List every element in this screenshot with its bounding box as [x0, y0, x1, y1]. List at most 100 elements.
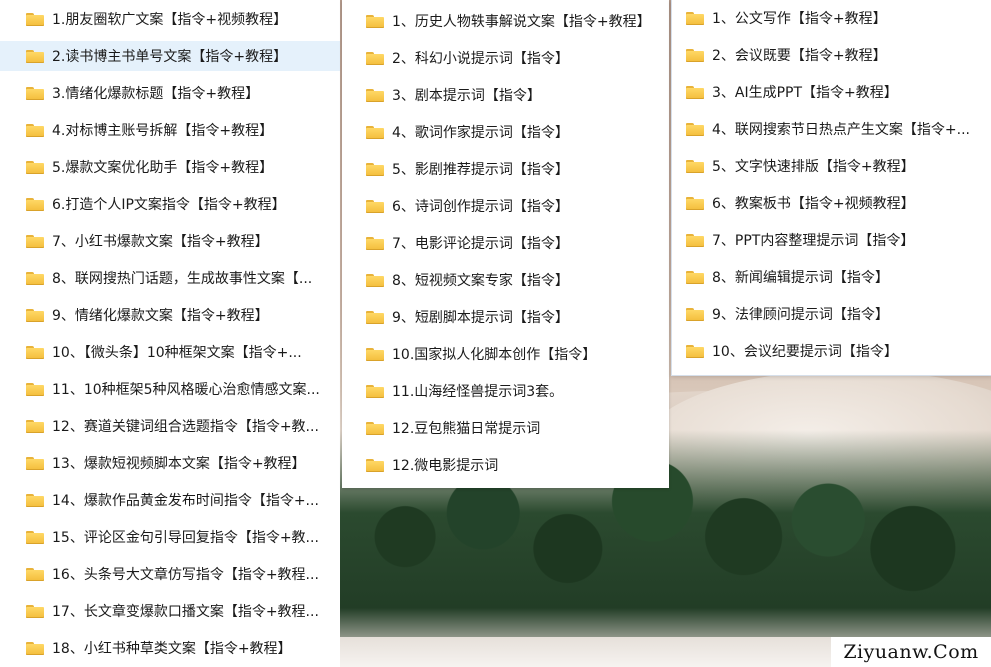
folder-item-label: 16、头条号大文章仿写指令【指令+教程...: [52, 567, 319, 583]
folder-icon: [366, 421, 384, 435]
folder-icon: [26, 604, 44, 618]
folder-item[interactable]: 5.爆款文案优化助手【指令+教程】: [0, 152, 340, 182]
folder-item-label: 14、爆款作品黄金发布时间指令【指令+...: [52, 493, 319, 509]
folder-item[interactable]: 4、联网搜索节日热点产生文案【指令+...: [672, 114, 991, 144]
folder-icon: [26, 123, 44, 137]
folder-item-label: 10、【微头条】10种框架文案【指令+...: [52, 345, 302, 361]
folder-item[interactable]: 2.读书博主书单号文案【指令+教程】: [0, 41, 340, 71]
folder-item[interactable]: 2、科幻小说提示词【指令】: [342, 43, 669, 73]
folder-item[interactable]: 4、歌词作家提示词【指令】: [342, 117, 669, 147]
folder-item[interactable]: 1.朋友圈软广文案【指令+视频教程】: [0, 4, 340, 34]
folder-icon: [26, 12, 44, 26]
folder-item-label: 1.朋友圈软广文案【指令+视频教程】: [52, 12, 288, 28]
folder-item[interactable]: 7、小红书爆款文案【指令+教程】: [0, 226, 340, 256]
folder-item-label: 9、短剧脚本提示词【指令】: [392, 310, 569, 326]
folder-item-label: 10.国家拟人化脚本创作【指令】: [392, 347, 597, 363]
folder-icon: [26, 234, 44, 248]
folder-icon: [26, 86, 44, 100]
folder-list-panel-2: 1、历史人物轶事解说文案【指令+教程】 2、科幻小说提示词【指令】 3、剧本提示词【…: [342, 0, 669, 488]
folder-item[interactable]: 10、会议纪要提示词【指令】: [672, 336, 991, 366]
folder-item-label: 7、小红书爆款文案【指令+教程】: [52, 234, 269, 250]
folder-item[interactable]: 12.豆包熊猫日常提示词: [342, 413, 669, 443]
folder-item[interactable]: 1、公文写作【指令+教程】: [672, 3, 991, 33]
folder-item[interactable]: 9、短剧脚本提示词【指令】: [342, 302, 669, 332]
folder-icon: [686, 307, 704, 321]
folder-list-panel-3: 1、公文写作【指令+教程】 2、会议既要【指令+教程】 3、AI生成PPT【指令+教…: [671, 0, 991, 376]
folder-item-label: 7、电影评论提示词【指令】: [392, 236, 569, 252]
folder-item-label: 1、历史人物轶事解说文案【指令+教程】: [392, 14, 651, 30]
folder-icon: [366, 51, 384, 65]
folder-icon: [686, 233, 704, 247]
folder-item[interactable]: 14、爆款作品黄金发布时间指令【指令+...: [0, 485, 340, 515]
folder-item[interactable]: 11.山海经怪兽提示词3套。: [342, 376, 669, 406]
folder-item-label: 1、公文写作【指令+教程】: [712, 11, 887, 27]
folder-item-label: 4、歌词作家提示词【指令】: [392, 125, 569, 141]
folder-item[interactable]: 5、影剧推荐提示词【指令】: [342, 154, 669, 184]
folder-item-label: 2.读书博主书单号文案【指令+教程】: [52, 49, 288, 65]
folder-item-label: 10、会议纪要提示词【指令】: [712, 344, 898, 360]
folder-icon: [26, 567, 44, 581]
folder-item[interactable]: 17、长文章变爆款口播文案【指令+教程...: [0, 596, 340, 626]
folder-item-label: 5、影剧推荐提示词【指令】: [392, 162, 569, 178]
folder-item-label: 8、短视频文案专家【指令】: [392, 273, 569, 289]
folder-item-label: 15、评论区金句引导回复指令【指令+教...: [52, 530, 319, 546]
folder-icon: [366, 273, 384, 287]
folder-item[interactable]: 1、历史人物轶事解说文案【指令+教程】: [342, 6, 669, 36]
folder-item-label: 6、诗词创作提示词【指令】: [392, 199, 569, 215]
folder-icon: [26, 530, 44, 544]
folder-icon: [26, 271, 44, 285]
folder-icon: [366, 199, 384, 213]
folder-item[interactable]: 6、诗词创作提示词【指令】: [342, 191, 669, 221]
folder-item-label: 8、联网搜热门话题，生成故事性文案【...: [52, 271, 313, 287]
folder-item-label: 2、科幻小说提示词【指令】: [392, 51, 569, 67]
folder-item[interactable]: 15、评论区金句引导回复指令【指令+教...: [0, 522, 340, 552]
folder-icon: [686, 11, 704, 25]
folder-item[interactable]: 6、教案板书【指令+视频教程】: [672, 188, 991, 218]
folder-item[interactable]: 9、法律顾问提示词【指令】: [672, 299, 991, 329]
folder-item[interactable]: 3、剧本提示词【指令】: [342, 80, 669, 110]
folder-item[interactable]: 10、【微头条】10种框架文案【指令+...: [0, 337, 340, 367]
folder-item[interactable]: 10.国家拟人化脚本创作【指令】: [342, 339, 669, 369]
folder-icon: [686, 122, 704, 136]
folder-item-label: 8、新闻编辑提示词【指令】: [712, 270, 889, 286]
folder-item[interactable]: 12、赛道关键词组合选题指令【指令+教...: [0, 411, 340, 441]
folder-item[interactable]: 7、电影评论提示词【指令】: [342, 228, 669, 258]
folder-item[interactable]: 7、PPT内容整理提示词【指令】: [672, 225, 991, 255]
folder-item[interactable]: 3、AI生成PPT【指令+教程】: [672, 77, 991, 107]
folder-icon: [26, 345, 44, 359]
folder-icon: [686, 85, 704, 99]
folder-item-label: 12、赛道关键词组合选题指令【指令+教...: [52, 419, 319, 435]
folder-item-label: 3、AI生成PPT【指令+教程】: [712, 85, 898, 101]
folder-icon: [26, 49, 44, 63]
folder-item[interactable]: 6.打造个人IP文案指令【指令+教程】: [0, 189, 340, 219]
folder-icon: [26, 197, 44, 211]
folder-item-label: 9、情绪化爆款文案【指令+教程】: [52, 308, 269, 324]
folder-item[interactable]: 3.情绪化爆款标题【指令+教程】: [0, 78, 340, 108]
folder-item-label: 4.对标博主账号拆解【指令+教程】: [52, 123, 274, 139]
folder-item-label: 3、剧本提示词【指令】: [392, 88, 541, 104]
folder-icon: [686, 196, 704, 210]
folder-item[interactable]: 16、头条号大文章仿写指令【指令+教程...: [0, 559, 340, 589]
folder-item[interactable]: 13、爆款短视频脚本文案【指令+教程】: [0, 448, 340, 478]
folder-icon: [366, 347, 384, 361]
folder-icon: [366, 88, 384, 102]
folder-item[interactable]: 18、小红书种草类文案【指令+教程】: [0, 633, 340, 663]
folder-item-label: 3.情绪化爆款标题【指令+教程】: [52, 86, 260, 102]
folder-icon: [26, 419, 44, 433]
folder-icon: [686, 48, 704, 62]
folder-icon: [366, 310, 384, 324]
folder-item[interactable]: 8、新闻编辑提示词【指令】: [672, 262, 991, 292]
folder-icon: [26, 308, 44, 322]
folder-item[interactable]: 2、会议既要【指令+教程】: [672, 40, 991, 70]
folder-item[interactable]: 4.对标博主账号拆解【指令+教程】: [0, 115, 340, 145]
folder-item[interactable]: 8、联网搜热门话题，生成故事性文案【...: [0, 263, 340, 293]
folder-item[interactable]: 9、情绪化爆款文案【指令+教程】: [0, 300, 340, 330]
folder-item[interactable]: 8、短视频文案专家【指令】: [342, 265, 669, 295]
folder-icon: [686, 159, 704, 173]
folder-icon: [26, 641, 44, 655]
folder-item[interactable]: 5、文字快速排版【指令+教程】: [672, 151, 991, 181]
folder-icon: [366, 458, 384, 472]
folder-item[interactable]: 12.微电影提示词: [342, 450, 669, 480]
folder-item[interactable]: 11、10种框架5种风格暖心治愈情感文案...: [0, 374, 340, 404]
folder-item-label: 7、PPT内容整理提示词【指令】: [712, 233, 915, 249]
